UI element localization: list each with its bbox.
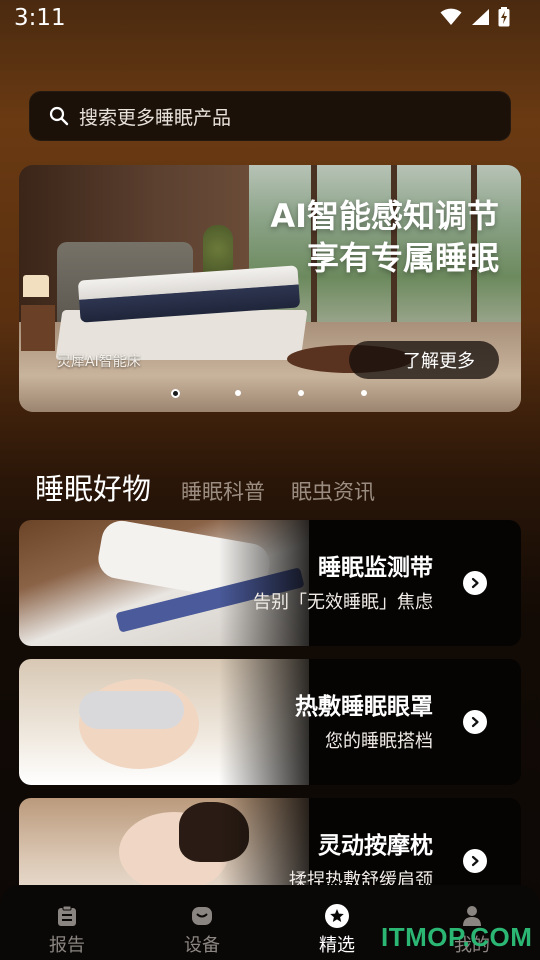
chevron-right-icon[interactable] <box>463 849 487 873</box>
nav-label: 报告 <box>49 935 85 956</box>
status-icons <box>440 7 510 27</box>
card-title: 热敷睡眠眼罩 <box>295 694 433 720</box>
nav-report[interactable]: 报告 <box>27 885 107 960</box>
card-subtitle: 您的睡眠搭档 <box>325 731 433 752</box>
learn-more-label: 了解更多 <box>403 351 475 372</box>
status-time: 3:11 <box>14 5 66 31</box>
card-title: 灵动按摩枕 <box>318 833 433 859</box>
search-bar[interactable]: 搜索更多睡眠产品 <box>29 91 511 141</box>
battery-charging-icon <box>498 7 510 27</box>
nav-device[interactable]: 设备 <box>162 885 242 960</box>
banner-title-line1: AI智能感知调节 <box>270 197 499 235</box>
card-subtitle: 告别「无效睡眠」焦虑 <box>253 592 433 613</box>
clipboard-icon <box>57 905 77 927</box>
tab-sleep-goods[interactable]: 睡眠好物 <box>35 466 151 508</box>
nav-featured[interactable]: 精选 <box>297 885 377 960</box>
lamp-icon <box>23 275 49 297</box>
carousel-dot[interactable] <box>361 390 367 396</box>
carousel-dot[interactable] <box>235 390 241 396</box>
search-icon <box>49 106 69 126</box>
banner-caption: 灵犀AI智能床 <box>57 354 141 370</box>
carousel-dot[interactable] <box>171 389 180 398</box>
device-icon <box>191 905 213 927</box>
learn-more-button[interactable]: 了解更多 <box>349 341 499 379</box>
category-tabs: 睡眠好物 睡眠科普 眠虫资讯 <box>35 466 401 508</box>
tab-sleep-science[interactable]: 睡眠科普 <box>181 476 265 506</box>
star-badge-icon <box>324 904 350 928</box>
tab-sleep-news[interactable]: 眠虫资讯 <box>291 476 375 506</box>
chevron-right-icon[interactable] <box>463 710 487 734</box>
product-card-heated-eye-mask[interactable]: 热敷睡眠眼罩 您的睡眠搭档 <box>19 659 521 785</box>
nav-label: 设备 <box>184 935 220 956</box>
banner-title: AI智能感知调节 享有专属睡眠 <box>270 195 499 279</box>
nav-label: 精选 <box>319 935 355 956</box>
banner-title-line2: 享有专属睡眠 <box>306 239 499 277</box>
card-title: 睡眠监测带 <box>318 555 433 581</box>
product-card-sleep-monitor-belt[interactable]: 睡眠监测带 告别「无效睡眠」焦虑 <box>19 520 521 646</box>
carousel-dot[interactable] <box>298 390 304 396</box>
watermark-text: ITMOP.COM <box>381 922 533 952</box>
wifi-icon <box>440 8 462 25</box>
signal-icon <box>472 9 489 25</box>
search-placeholder: 搜索更多睡眠产品 <box>79 106 232 129</box>
status-bar: 3:11 <box>0 0 540 36</box>
chevron-right-icon[interactable] <box>463 571 487 595</box>
carousel-dots <box>0 389 540 402</box>
